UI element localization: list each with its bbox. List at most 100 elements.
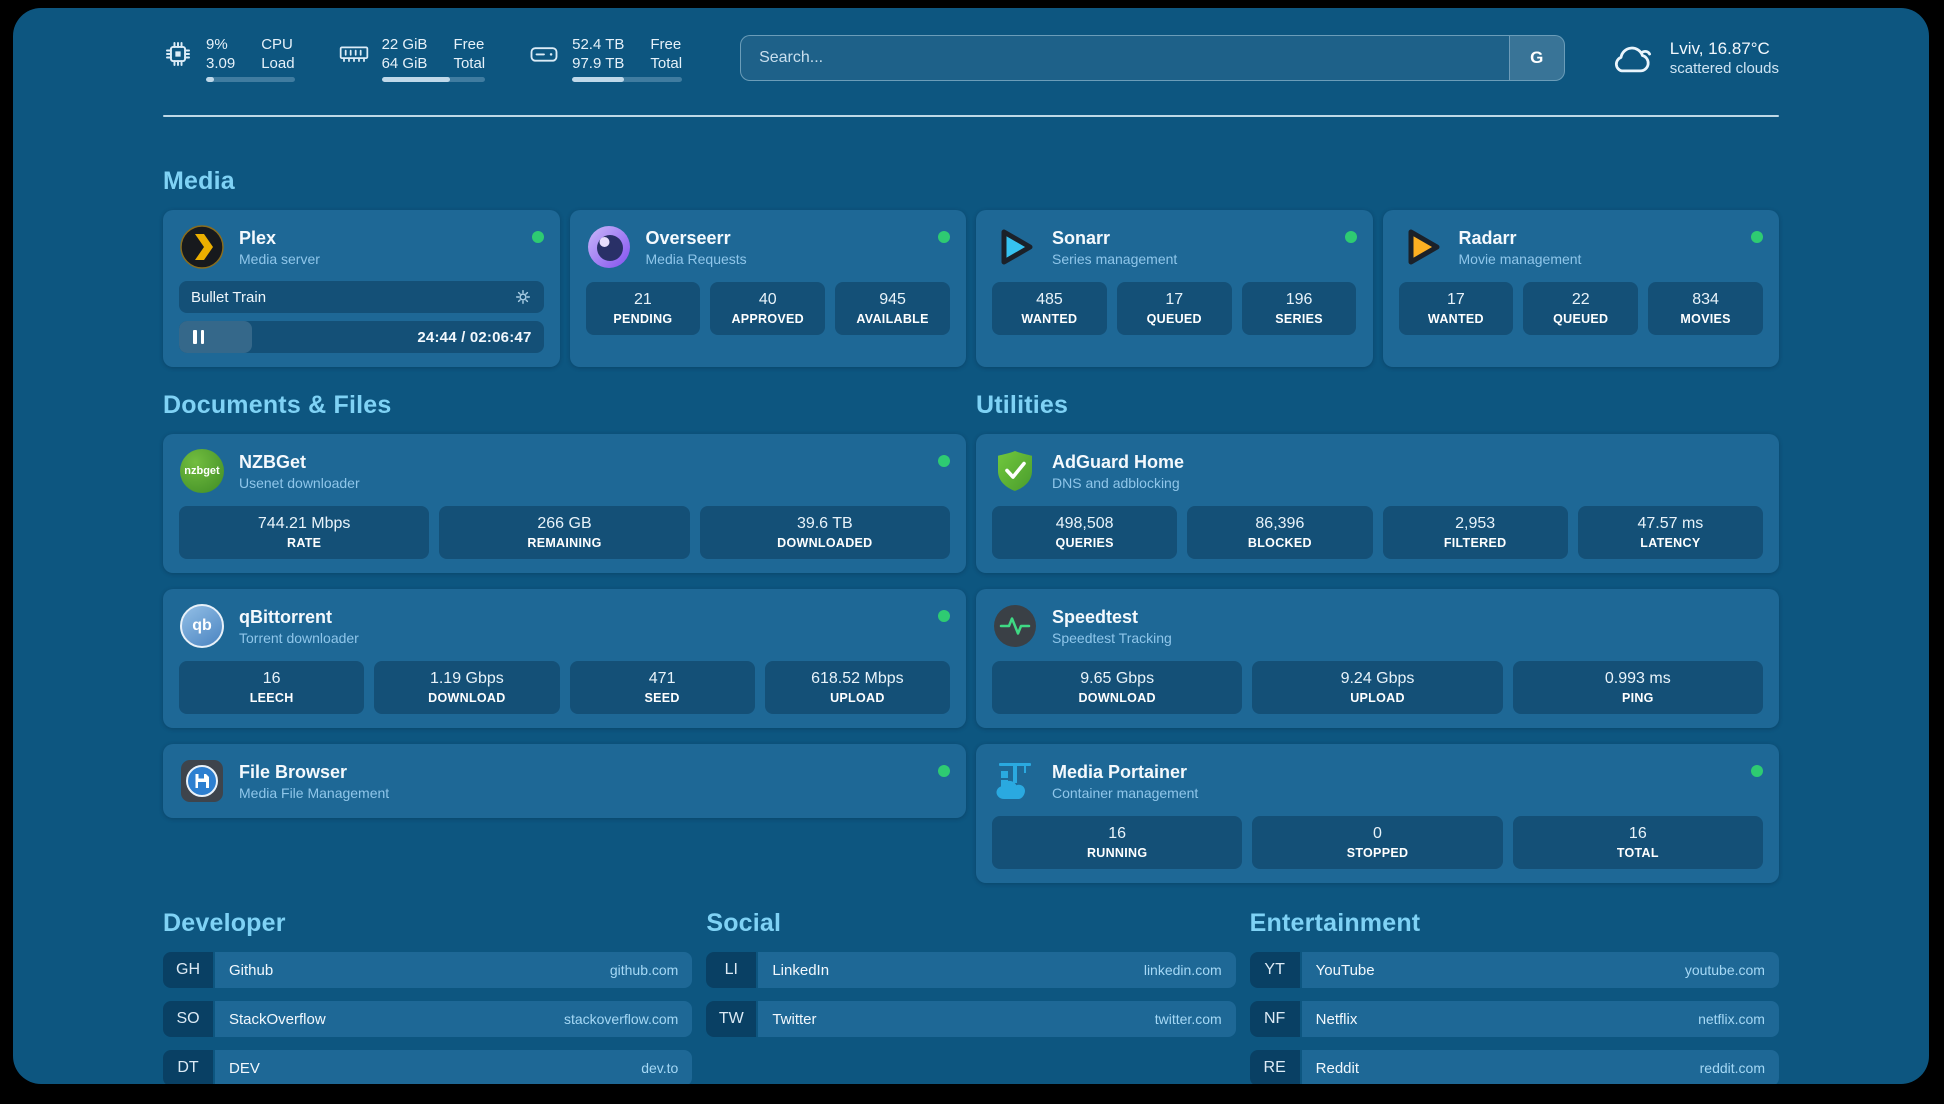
stat-filtered: 2,953 FILTERED bbox=[1383, 506, 1568, 559]
now-playing-title: Bullet Train bbox=[191, 289, 266, 306]
service-card-media-portainer[interactable]: Media Portainer Container management 16 … bbox=[976, 744, 1779, 883]
service-card-radarr[interactable]: Radarr Movie management 17 WANTED 22 QUE… bbox=[1383, 210, 1780, 367]
service-card-overseerr[interactable]: Overseerr Media Requests 21 PENDING 40 A… bbox=[570, 210, 967, 367]
memory-stat-widget: 22 GiB 64 GiB Free Total bbox=[339, 35, 486, 82]
bookmark-abbr: DT bbox=[163, 1050, 213, 1084]
utilities-column: Utilities bbox=[976, 391, 1779, 883]
bookmark-group-social: Social LI LinkedIn linkedin.com TW Twitt… bbox=[706, 909, 1235, 1084]
service-card-adguard-home[interactable]: AdGuard Home DNS and adblocking 498,508 … bbox=[976, 434, 1779, 573]
disk-free-value: 52.4 TB bbox=[572, 35, 624, 54]
bookmark-reddit[interactable]: RE Reddit reddit.com bbox=[1250, 1050, 1779, 1084]
stat-latency: 47.57 ms LATENCY bbox=[1578, 506, 1763, 559]
bookmark-name: DEV bbox=[229, 1060, 260, 1077]
bookmark-url: reddit.com bbox=[1700, 1060, 1765, 1076]
bookmark-name: YouTube bbox=[1316, 962, 1375, 979]
service-card-plex[interactable]: Plex Media server Bullet Train 24:44 / 0 bbox=[163, 210, 560, 367]
service-card-speedtest[interactable]: Speedtest Speedtest Tracking 9.65 Gbps D… bbox=[976, 589, 1779, 728]
stat-queued: 17 QUEUED bbox=[1117, 282, 1232, 335]
cpu-stat-widget: 9% 3.09 CPU Load bbox=[163, 35, 295, 82]
search-provider-button[interactable]: G bbox=[1509, 36, 1564, 80]
now-playing-row: Bullet Train bbox=[179, 281, 544, 313]
bookmark-name: Netflix bbox=[1316, 1011, 1358, 1028]
hard-drive-icon bbox=[529, 39, 559, 69]
bookmark-name: StackOverflow bbox=[229, 1011, 326, 1028]
status-dot bbox=[1751, 231, 1763, 243]
section-title-documents-files: Documents & Files bbox=[163, 391, 966, 420]
stat-download: 9.65 Gbps DOWNLOAD bbox=[992, 661, 1242, 714]
service-card-sonarr[interactable]: Sonarr Series management 485 WANTED 17 Q… bbox=[976, 210, 1373, 367]
service-subtitle: DNS and adblocking bbox=[1052, 474, 1763, 492]
media-grid: Plex Media server Bullet Train 24:44 / 0 bbox=[163, 210, 1779, 367]
adguard-icon bbox=[992, 448, 1038, 494]
header-divider bbox=[163, 115, 1779, 117]
stat-movies: 834 MOVIES bbox=[1648, 282, 1763, 335]
memory-total-label: Total bbox=[453, 54, 485, 73]
section-title-social: Social bbox=[706, 909, 1235, 938]
bookmark-abbr: YT bbox=[1250, 952, 1300, 988]
bookmark-stackoverflow[interactable]: SO StackOverflow stackoverflow.com bbox=[163, 1001, 692, 1037]
bookmark-name: Github bbox=[229, 962, 273, 979]
stat-series: 196 SERIES bbox=[1242, 282, 1357, 335]
cpu-label: CPU bbox=[261, 35, 294, 54]
bookmark-twitter[interactable]: TW Twitter twitter.com bbox=[706, 1001, 1235, 1037]
bookmark-url: linkedin.com bbox=[1144, 962, 1222, 978]
stat-downloaded: 39.6 TB DOWNLOADED bbox=[700, 506, 950, 559]
stat-stopped: 0 STOPPED bbox=[1252, 816, 1502, 869]
bookmark-abbr: TW bbox=[706, 1001, 756, 1037]
bookmark-dev[interactable]: DT DEV dev.to bbox=[163, 1050, 692, 1084]
status-dot bbox=[1345, 231, 1357, 243]
bookmark-name: LinkedIn bbox=[772, 962, 829, 979]
bookmark-youtube[interactable]: YT YouTube youtube.com bbox=[1250, 952, 1779, 988]
plex-icon bbox=[179, 224, 225, 270]
status-dot bbox=[1751, 765, 1763, 777]
service-subtitle: Media File Management bbox=[239, 784, 924, 802]
bookmark-url: stackoverflow.com bbox=[564, 1011, 678, 1027]
stat-ping: 0.993 ms PING bbox=[1513, 661, 1763, 714]
stat-queued: 22 QUEUED bbox=[1523, 282, 1638, 335]
stat-upload: 9.24 Gbps UPLOAD bbox=[1252, 661, 1502, 714]
service-card-filebrowser[interactable]: File Browser Media File Management bbox=[163, 744, 966, 818]
cpu-chip-icon bbox=[163, 39, 193, 69]
service-subtitle: Torrent downloader bbox=[239, 629, 924, 647]
bookmark-abbr: RE bbox=[1250, 1050, 1300, 1084]
disk-total-label: Total bbox=[650, 54, 682, 73]
service-subtitle: Series management bbox=[1052, 250, 1331, 268]
bookmark-group-entertainment: Entertainment YT YouTube youtube.com NF … bbox=[1250, 909, 1779, 1084]
status-dot bbox=[532, 231, 544, 243]
cloud-icon bbox=[1609, 39, 1657, 77]
bookmark-linkedin[interactable]: LI LinkedIn linkedin.com bbox=[706, 952, 1235, 988]
stat-leech: 16 LEECH bbox=[179, 661, 364, 714]
service-title: Media Portainer bbox=[1052, 761, 1737, 783]
sonarr-icon bbox=[992, 224, 1038, 270]
search-input[interactable] bbox=[741, 49, 1564, 67]
bookmark-netflix[interactable]: NF Netflix netflix.com bbox=[1250, 1001, 1779, 1037]
stat-total: 16 TOTAL bbox=[1513, 816, 1763, 869]
bookmark-abbr: GH bbox=[163, 952, 213, 988]
service-card-qbittorrent[interactable]: qb qBittorrent Torrent downloader 16 bbox=[163, 589, 966, 728]
service-title: Sonarr bbox=[1052, 227, 1331, 249]
top-bar: 9% 3.09 CPU Load bbox=[163, 34, 1779, 82]
stat-download: 1.19 Gbps DOWNLOAD bbox=[374, 661, 559, 714]
cpu-load-value: 3.09 bbox=[206, 54, 235, 73]
search-bar[interactable]: G bbox=[740, 35, 1565, 81]
bookmark-url: dev.to bbox=[641, 1060, 678, 1076]
speedtest-icon bbox=[992, 603, 1038, 649]
bookmark-name: Reddit bbox=[1316, 1060, 1359, 1077]
radarr-icon bbox=[1399, 224, 1445, 270]
bookmark-url: youtube.com bbox=[1685, 962, 1765, 978]
bookmark-github[interactable]: GH Github github.com bbox=[163, 952, 692, 988]
stat-seed: 471 SEED bbox=[570, 661, 755, 714]
service-title: NZBGet bbox=[239, 451, 924, 473]
playback-progress-bar: 24:44 / 02:06:47 bbox=[179, 321, 544, 353]
filebrowser-icon bbox=[179, 758, 225, 804]
service-title: Radarr bbox=[1459, 227, 1738, 249]
gear-icon[interactable] bbox=[514, 288, 532, 306]
service-subtitle: Media Requests bbox=[646, 250, 925, 268]
pause-icon[interactable] bbox=[193, 330, 204, 344]
memory-free-value: 22 GiB bbox=[382, 35, 428, 54]
cpu-usage-value: 9% bbox=[206, 35, 235, 54]
memory-total-value: 64 GiB bbox=[382, 54, 428, 73]
service-card-nzbget[interactable]: nzbget NZBGet Usenet downloader 744.21 M… bbox=[163, 434, 966, 573]
status-dot bbox=[938, 231, 950, 243]
service-subtitle: Media server bbox=[239, 250, 518, 268]
